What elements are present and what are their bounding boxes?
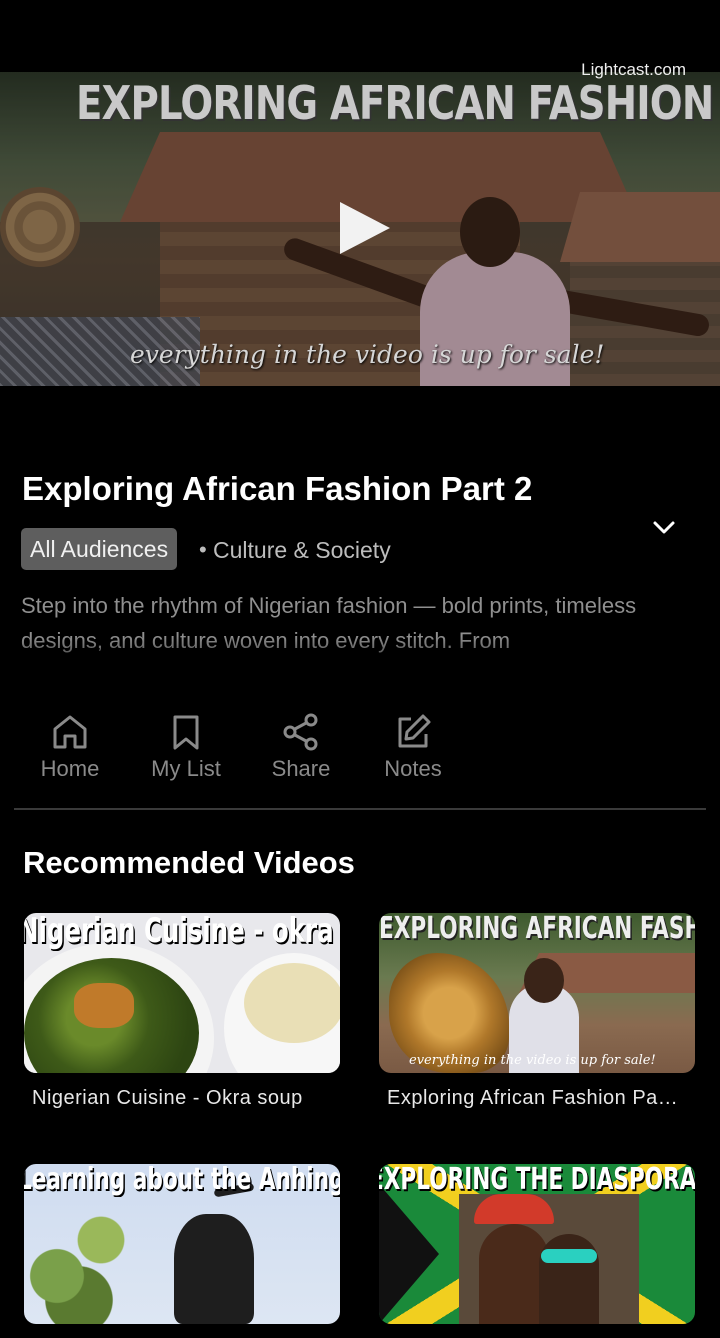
recommended-video-card[interactable]: Learning about the Anhinga Bi (24, 1164, 340, 1338)
woman (539, 1234, 599, 1324)
notes-button[interactable]: Notes (363, 712, 463, 782)
presenter-head (524, 958, 564, 1003)
thumbnail-title: EXPLORING AFRICAN FASHION (379, 913, 695, 946)
share-icon (283, 713, 318, 751)
video-thumbnail: EXPLORING AFRICAN FASHION everything in … (379, 913, 695, 1073)
meat-piece (74, 983, 134, 1028)
home-icon (53, 715, 87, 749)
home-label: Home (40, 756, 100, 781)
video-thumbnail: Nigerian Cuisine - okra so (24, 913, 340, 1073)
anhinga-bird (174, 1214, 254, 1324)
thumbnail-title: Learning about the Anhinga Bi (24, 1164, 340, 1197)
video-overlay-caption: everything in the video is up for sale! (130, 340, 605, 369)
my-list-button[interactable]: My List (136, 712, 236, 782)
fufu (244, 963, 340, 1043)
section-divider (14, 808, 706, 810)
foliage (24, 1204, 134, 1324)
sunglasses (541, 1249, 597, 1263)
share-label: Share (271, 756, 331, 781)
red-hat (474, 1194, 554, 1224)
chevron-down-icon[interactable] (648, 512, 680, 544)
card-title: Exploring African Fashion Pa… (387, 1087, 679, 1109)
meta-separator: • (199, 537, 207, 562)
video-overlay-title: EXPLORING AFRICAN FASHION (76, 76, 714, 130)
recommended-video-card[interactable]: Nigerian Cuisine - okra so Nigerian Cuis… (24, 913, 340, 1110)
video-title: Exploring African Fashion Part 2 (22, 470, 533, 507)
video-player[interactable]: EXPLORING AFRICAN FASHION everything in … (0, 72, 720, 386)
watermark: Lightcast.com (581, 60, 686, 79)
notes-label: Notes (384, 756, 442, 781)
description-fade (0, 636, 720, 676)
video-thumbnail: EXPLORING THE DIASPORA IN JAMA (379, 1164, 695, 1324)
thumbnail-title: EXPLORING THE DIASPORA IN JAMA (379, 1164, 695, 1197)
bookmark-icon (173, 715, 199, 750)
edit-icon (398, 714, 431, 748)
video-thumbnail: Learning about the Anhinga Bi (24, 1164, 340, 1324)
my-list-label: My List (151, 756, 221, 781)
play-icon[interactable] (340, 202, 390, 254)
home-button[interactable]: Home (20, 712, 120, 782)
category-label: Culture & Society (213, 537, 391, 563)
recommended-heading: Recommended Videos (23, 845, 355, 880)
card-title: Nigerian Cuisine - Okra soup (32, 1087, 303, 1109)
recommended-video-card[interactable]: EXPLORING THE DIASPORA IN JAMA (379, 1164, 695, 1338)
thumbnail-title: Nigerian Cuisine - okra so (24, 913, 340, 951)
share-button[interactable]: Share (251, 712, 351, 782)
recommended-video-card[interactable]: EXPLORING AFRICAN FASHION everything in … (379, 913, 695, 1110)
flag-triangle (379, 1184, 439, 1324)
thumbnail-caption: everything in the video is up for sale! (409, 1053, 656, 1068)
audience-badge: All Audiences (21, 528, 178, 570)
